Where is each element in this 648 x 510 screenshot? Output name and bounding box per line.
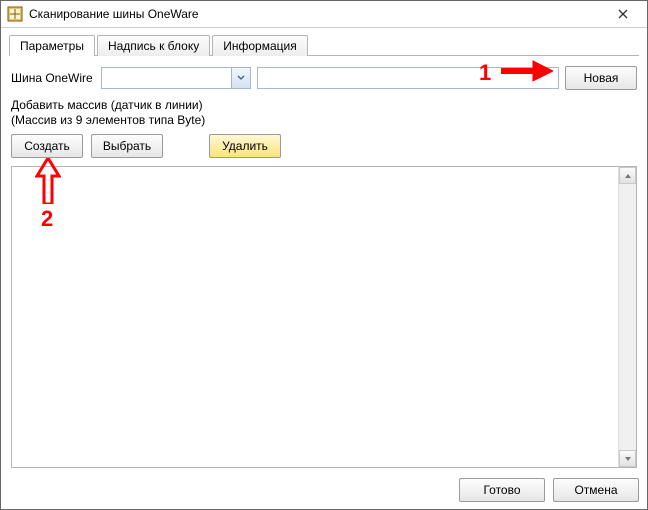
close-button[interactable]: [605, 4, 641, 24]
client-area: Параметры Надпись к блоку Информация Шин…: [1, 28, 647, 510]
add-array-line1: Добавить массив (датчик в линии): [11, 98, 637, 113]
app-icon: [7, 6, 23, 22]
tab-params[interactable]: Параметры: [9, 35, 95, 56]
bus-label: Шина OneWire: [11, 71, 93, 85]
add-array-line2: (Массив из 9 элементов типа Byte): [11, 113, 637, 128]
tab-params-label: Параметры: [20, 39, 84, 53]
delete-button-label: Удалить: [222, 139, 268, 153]
dialog-footer: Готово Отмена: [459, 478, 639, 502]
ok-button-label: Готово: [483, 483, 520, 497]
select-button-label: Выбрать: [103, 139, 151, 153]
array-group: Добавить массив (датчик в линии) (Массив…: [11, 98, 637, 158]
new-button[interactable]: Новая: [565, 66, 637, 90]
cancel-button[interactable]: Отмена: [553, 478, 639, 502]
chevron-down-icon[interactable]: [231, 68, 250, 88]
new-button-label: Новая: [584, 71, 619, 85]
tab-panel-params: Шина OneWire Новая Добавить массив (датч…: [9, 56, 639, 468]
vertical-scrollbar[interactable]: [618, 167, 636, 467]
dialog-window: Сканирование шины OneWare Параметры Надп…: [0, 0, 648, 510]
bus-row: Шина OneWire Новая: [11, 66, 637, 90]
scroll-up-icon[interactable]: [619, 167, 636, 184]
tab-caption-label: Надпись к блоку: [108, 39, 199, 53]
scroll-down-icon[interactable]: [619, 450, 636, 467]
create-button-label: Создать: [24, 139, 70, 153]
delete-button[interactable]: Удалить: [209, 134, 281, 158]
tab-caption[interactable]: Надпись к блоку: [97, 35, 210, 56]
tab-strip: Параметры Надпись к блоку Информация: [9, 34, 639, 56]
cancel-button-label: Отмена: [574, 483, 617, 497]
tab-info-label: Информация: [223, 39, 296, 53]
bus-text-input[interactable]: [257, 67, 559, 89]
create-button[interactable]: Создать: [11, 134, 83, 158]
window-title: Сканирование шины OneWare: [29, 7, 605, 21]
result-list[interactable]: [11, 166, 637, 468]
tab-info[interactable]: Информация: [212, 35, 307, 56]
titlebar: Сканирование шины OneWare: [1, 1, 647, 28]
array-button-row: Создать Выбрать Удалить: [11, 134, 637, 158]
bus-combo[interactable]: [101, 67, 251, 89]
ok-button[interactable]: Готово: [459, 478, 545, 502]
select-button[interactable]: Выбрать: [91, 134, 163, 158]
